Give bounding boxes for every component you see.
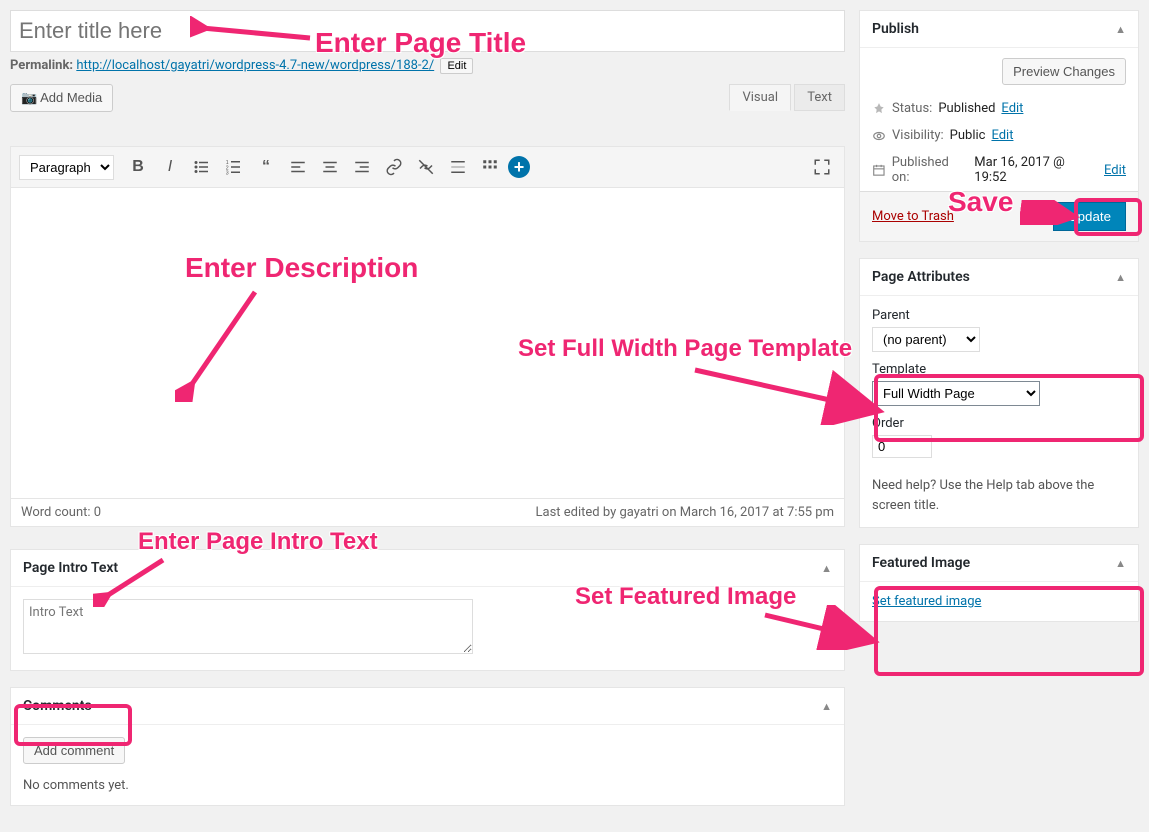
tab-visual[interactable]: Visual (729, 84, 791, 111)
editor-box: Paragraph B I 123 “ + Word count: 0 Last… (10, 146, 845, 527)
tab-text[interactable]: Text (794, 84, 845, 111)
comments-box-title: Comments (23, 698, 92, 714)
status-value: Published (938, 101, 995, 116)
page-attributes-title: Page Attributes (872, 269, 970, 285)
bold-icon[interactable]: B (124, 153, 152, 181)
numbered-list-icon[interactable]: 123 (220, 153, 248, 181)
intro-text-textarea[interactable] (23, 599, 473, 654)
permalink-edit-button[interactable]: Edit (440, 58, 473, 74)
toggle-icon[interactable]: ▲ (1115, 557, 1126, 570)
permalink-row: Permalink: http://localhost/gayatri/word… (10, 58, 845, 74)
camera-icon: 📷 (21, 90, 37, 105)
word-count: Word count: 0 (21, 505, 101, 520)
align-center-icon[interactable] (316, 153, 344, 181)
visibility-label: Visibility: (892, 128, 944, 143)
order-label: Order (872, 416, 1126, 431)
publish-title: Publish (872, 21, 919, 37)
pin-icon (872, 102, 886, 116)
bullet-list-icon[interactable] (188, 153, 216, 181)
fullscreen-icon[interactable] (808, 153, 836, 181)
add-element-icon[interactable]: + (508, 156, 530, 178)
edit-date-link[interactable]: Edit (1104, 163, 1126, 178)
update-button[interactable]: Update (1053, 202, 1126, 231)
align-right-icon[interactable] (348, 153, 376, 181)
blockquote-icon[interactable]: “ (252, 153, 280, 181)
link-icon[interactable] (380, 153, 408, 181)
align-left-icon[interactable] (284, 153, 312, 181)
toolbar-toggle-icon[interactable] (476, 153, 504, 181)
format-select[interactable]: Paragraph (19, 155, 114, 180)
page-title-input[interactable] (10, 10, 845, 52)
last-edited: Last edited by gayatri on March 16, 2017… (536, 505, 835, 520)
featured-image-title: Featured Image (872, 555, 970, 571)
eye-icon (872, 129, 886, 143)
help-text: Need help? Use the Help tab above the sc… (872, 476, 1126, 515)
editor-content-area[interactable] (11, 188, 844, 498)
edit-visibility-link[interactable]: Edit (991, 128, 1013, 143)
edit-status-link[interactable]: Edit (1001, 101, 1023, 116)
set-featured-image-link[interactable]: Set featured image (872, 594, 981, 609)
italic-icon[interactable]: I (156, 153, 184, 181)
status-label: Status: (892, 101, 932, 116)
published-value: Mar 16, 2017 @ 19:52 (974, 155, 1098, 185)
intro-box-title: Page Intro Text (23, 560, 118, 576)
insert-more-icon[interactable] (444, 153, 472, 181)
template-select[interactable]: Full Width Page (872, 381, 1040, 406)
parent-label: Parent (872, 308, 1126, 323)
add-media-label: Add Media (40, 90, 102, 105)
no-comments-text: No comments yet. (23, 778, 832, 793)
permalink-url[interactable]: http://localhost/gayatri/wordpress-4.7-n… (76, 58, 434, 73)
toggle-icon[interactable]: ▲ (821, 562, 832, 575)
visibility-value: Public (950, 128, 986, 143)
svg-text:3: 3 (226, 171, 229, 177)
toggle-icon[interactable]: ▲ (1115, 271, 1126, 284)
preview-changes-button[interactable]: Preview Changes (1002, 58, 1126, 85)
published-label: Published on: (892, 155, 969, 185)
add-media-button[interactable]: 📷 Add Media (10, 84, 113, 112)
toggle-icon[interactable]: ▲ (1115, 23, 1126, 36)
parent-select[interactable]: (no parent) (872, 327, 980, 352)
editor-toolbar: Paragraph B I 123 “ + (11, 147, 844, 188)
unlink-icon[interactable] (412, 153, 440, 181)
calendar-icon (872, 163, 886, 177)
order-input[interactable] (872, 435, 932, 458)
toggle-icon[interactable]: ▲ (821, 700, 832, 713)
permalink-label: Permalink: (10, 58, 73, 73)
template-label: Template (872, 362, 1126, 377)
add-comment-button[interactable]: Add comment (23, 737, 125, 764)
move-to-trash-link[interactable]: Move to Trash (872, 209, 954, 224)
